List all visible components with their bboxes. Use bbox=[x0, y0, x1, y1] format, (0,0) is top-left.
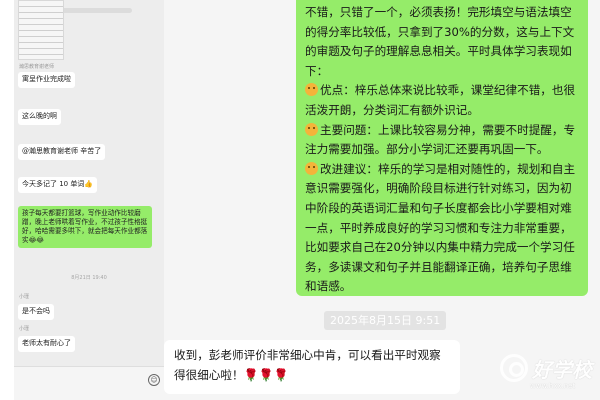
problem-text: 主要问题：上课比较容易分神，需要不时提醒，专注力需要加强。部分小学词汇还要再巩固… bbox=[305, 122, 576, 157]
message-bubble-green: 孩子每天都要打篮球，写作业动作比较磨蹭，晚上老师哄着写作业，不过孩子性格挺好，哈… bbox=[18, 206, 152, 248]
message-bubble: 寓呈作业完成啦 bbox=[18, 72, 75, 88]
watermark-url: www.hxx.net bbox=[530, 382, 576, 390]
feedback-bubble: 不错，只错了一个，必须表扬！完形填空与语法填空的得分率比较低，只拿到了30%的分… bbox=[296, 0, 588, 296]
homework-image[interactable] bbox=[18, 0, 64, 60]
suggestion-text: 改进建议：梓乐的学习是相对随性的，规划和自主意识需要强化，明确阶段目标进行针对练… bbox=[305, 161, 576, 294]
input-bar[interactable]: ☺ bbox=[14, 366, 164, 400]
watermark-logo-icon bbox=[500, 354, 528, 382]
smiley-icon[interactable]: ☺ bbox=[148, 374, 160, 386]
message-bubble: 是不会吗 bbox=[18, 304, 54, 320]
message-bubble: 这么晚的啊 bbox=[18, 109, 61, 125]
smiley-icon bbox=[305, 122, 318, 136]
message-bubble: @瀚思教育谢老师 辛苦了 bbox=[18, 144, 106, 160]
sender-name: 瀚思教育谢老师 bbox=[19, 64, 55, 70]
chat-time: 8月21日 19:40 bbox=[71, 275, 107, 281]
watermark-text: 好学校 bbox=[532, 358, 592, 382]
watermark: 好学校 www.hxx.net bbox=[500, 352, 594, 396]
message-timestamp: 2025年8月15日 9:51 bbox=[324, 311, 447, 330]
smiley-icon bbox=[305, 161, 318, 175]
sender-name: 小瑾 bbox=[19, 326, 30, 332]
feedback-suggestion: 改进建议：梓乐的学习是相对随性的，规划和自主意识需要强化，明确阶段目标进行针对练… bbox=[305, 160, 579, 296]
reply-bubble: 收到，彭老师评价非常细心中肯，可以看出平时观察得很细心啦！🌹🌹🌹 bbox=[164, 340, 460, 394]
chat-area: 不错，只错了一个，必须表扬！完形填空与语法填空的得分率比较低，只拿到了30%的分… bbox=[164, 0, 600, 400]
left-chat-screenshot: 瀚思教育谢老师 寓呈作业完成啦 这么晚的啊 @瀚思教育谢老师 辛苦了 今天多记了… bbox=[14, 0, 164, 400]
feedback-problem: 主要问题：上课比较容易分神，需要不时提醒，专注力需要加强。部分小学词汇还要再巩固… bbox=[305, 121, 579, 160]
sender-name: 小瑾 bbox=[19, 294, 30, 300]
advantage-text: 优点：梓乐总体来说比较乖，课堂纪律不错，也很活泼开朗，分类词汇有额外识记。 bbox=[305, 83, 576, 117]
rose-emoji: 🌹🌹🌹 bbox=[243, 367, 289, 382]
message-bubble: 今天多记了 10 单词👍 bbox=[18, 177, 98, 193]
feedback-advantage: 优点：梓乐总体来说比较乖，课堂纪律不错，也很活泼开朗，分类词汇有额外识记。 bbox=[305, 81, 579, 120]
smiley-icon bbox=[305, 83, 318, 97]
reply-text: 收到，彭老师评价非常细心中肯，可以看出平时观察得很细心啦！ bbox=[174, 348, 441, 382]
message-bubble: 老师太有耐心了 bbox=[18, 336, 75, 352]
feedback-intro: 不错，只错了一个，必须表扬！完形填空与语法填空的得分率比较低，只拿到了30%的分… bbox=[305, 5, 575, 78]
